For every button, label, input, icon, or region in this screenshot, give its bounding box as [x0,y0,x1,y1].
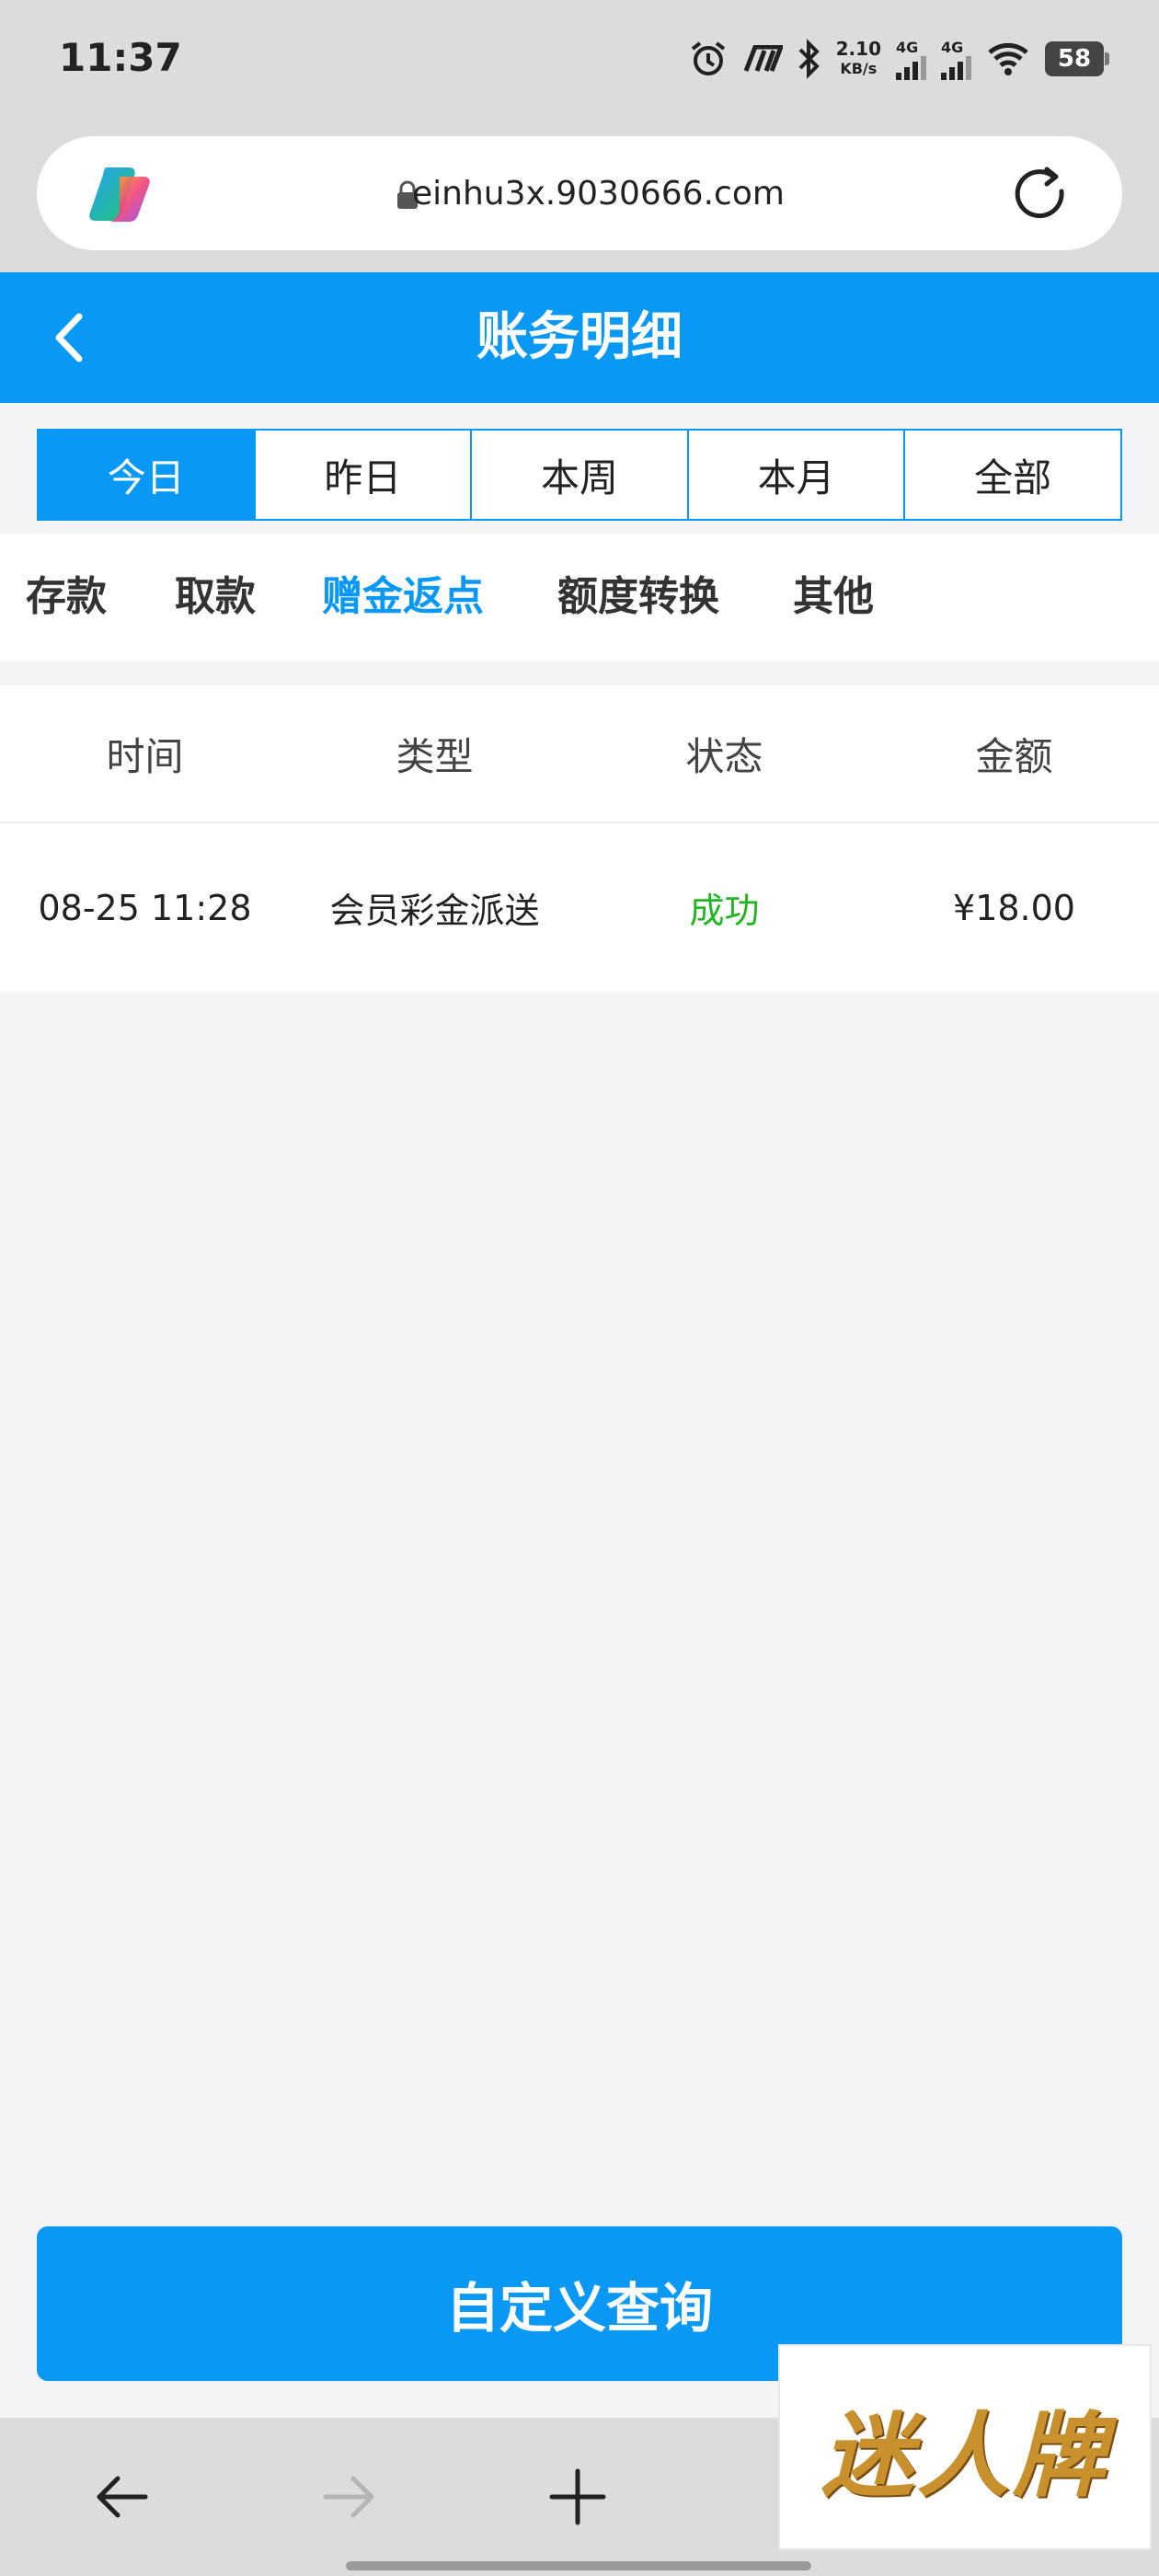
tab-all[interactable]: 全部 [905,431,1120,519]
copilot-icon[interactable] [86,164,155,224]
records-table: 时间 类型 状态 金额 08-25 11:28 会员彩金派送 成功 ¥18.00 [0,685,1159,992]
status-bar: 11:37 2.10 KB/s 4G 4G 58 [0,0,1159,129]
alarm-icon [691,41,725,75]
tab-today[interactable]: 今日 [39,431,256,519]
tab-yesterday[interactable]: 昨日 [256,431,473,519]
row-status: 成功 [689,891,760,931]
date-range-tabs: 今日 昨日 本周 本月 全部 [37,429,1122,521]
page-title: 账务明细 [476,307,683,367]
new-tab-plus-icon[interactable] [548,2467,607,2526]
signal-bars-icon [896,55,926,80]
page-header: 账务明细 [0,272,1159,403]
tab-bonus-rebate[interactable]: 赠金返点 [322,534,484,661]
browser-toolbar: einhu3x.9030666.com [0,129,1159,272]
status-time: 11:37 [59,35,182,80]
table-row[interactable]: 08-25 11:28 会员彩金派送 成功 ¥18.00 [0,823,1159,992]
column-header-type: 类型 [396,733,474,779]
column-header-time: 时间 [106,733,184,779]
tab-withdraw[interactable]: 取款 [175,534,256,661]
row-amount: ¥18.00 [953,887,1075,928]
back-arrow-icon[interactable] [46,307,92,368]
home-indicator[interactable] [346,2561,811,2570]
bluetooth-icon [798,39,820,79]
status-icons: 2.10 KB/s 4G 4G 58 [689,33,1109,85]
watermark-logo: 迷人牌 [778,2344,1152,2550]
nav-back-icon[interactable] [92,2471,151,2523]
url-text[interactable]: einhu3x.9030666.com [412,175,854,213]
tab-this-month[interactable]: 本月 [689,431,906,519]
row-time: 08-25 11:28 [38,887,252,928]
watermark-text: 迷人牌 [821,2400,1108,2510]
wifi-icon [988,42,1028,75]
column-header-status: 状态 [685,733,763,779]
tab-deposit[interactable]: 存款 [26,534,107,661]
column-header-amount: 金额 [975,733,1053,779]
battery-icon: 58 [1045,41,1109,76]
signal-bars-icon [941,55,971,80]
tab-other[interactable]: 其他 [793,534,874,661]
signal-4g-1: 4G [896,39,926,80]
row-type: 会员彩金派送 [329,891,540,931]
address-bar[interactable]: einhu3x.9030666.com [37,136,1122,250]
tab-this-week[interactable]: 本周 [472,431,689,519]
signal-4g-2: 4G [941,39,971,80]
tab-balance-transfer[interactable]: 额度转换 [557,534,719,661]
net-speed: 2.10 KB/s [835,38,881,77]
nav-forward-icon[interactable] [320,2471,379,2523]
carrier-logo-icon [743,45,783,72]
table-header: 时间 类型 状态 金额 [0,685,1159,823]
category-tabs: 存款 取款 赠金返点 额度转换 其他 [0,534,1159,661]
reload-icon[interactable] [1010,164,1071,224]
